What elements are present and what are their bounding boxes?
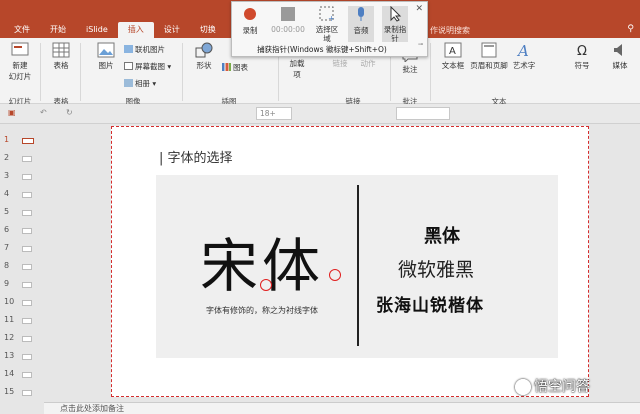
serif-caption: 字体有修饰的，称之为衬线字体: [206, 306, 318, 315]
notes-pane[interactable]: 点击此处添加备注: [44, 402, 640, 414]
svg-text:Ω: Ω: [577, 44, 587, 58]
stop-icon: [281, 7, 295, 21]
media-button[interactable]: 媒体: [608, 42, 632, 71]
stop-button[interactable]: 00:00:00: [270, 6, 306, 34]
font-comparison-panel: 宋体 字体有修饰的，称之为衬线字体 黑体 微软雅黑 张海山锐楷体: [156, 175, 558, 358]
format-toolbar: ▣ ↶ ↻: [0, 104, 640, 124]
select-area-icon: +: [319, 6, 335, 22]
slide-thumbnail[interactable]: 3: [0, 168, 44, 186]
slide-thumbnail[interactable]: 8: [0, 258, 44, 276]
tab-islide[interactable]: iSlide: [76, 22, 118, 38]
songti-sample: 宋体: [200, 232, 325, 300]
tab-insert[interactable]: 插入: [117, 22, 154, 38]
redo-icon[interactable]: ↻: [66, 108, 73, 117]
action-button[interactable]: 动作: [356, 58, 380, 69]
new-slide-button[interactable]: 新建 幻灯片: [4, 42, 36, 82]
svg-text:A: A: [516, 42, 529, 58]
slide-thumbnail[interactable]: 2: [0, 150, 44, 168]
screen-recording-toolbar: 录制 00:00:00 + 选择区 域 音频 录制指 针 ✕ ⊸ 捕获指针(Wi…: [231, 1, 428, 57]
picture-icon: [97, 42, 115, 58]
record-button[interactable]: 录制: [236, 6, 264, 36]
slide-thumbnail[interactable]: 4: [0, 186, 44, 204]
table-icon: [52, 42, 70, 58]
album-icon: [124, 79, 133, 87]
new-slide-icon: [11, 42, 29, 56]
addins-button[interactable]: 加载 项: [283, 58, 311, 80]
speaker-icon: [614, 44, 622, 56]
pointer-icon: [390, 6, 402, 22]
record-icon: [244, 8, 256, 20]
link-button[interactable]: 链接: [328, 58, 352, 69]
font-size-field[interactable]: 18+: [256, 107, 292, 120]
screenshot-icon: [124, 62, 133, 70]
svg-text:A: A: [449, 46, 456, 57]
slide-thumbnail[interactable]: 9: [0, 276, 44, 294]
pointer-tooltip: 捕获指针(Windows 徽标键+Shift+O): [257, 45, 387, 54]
slide-thumbnail[interactable]: 13: [0, 348, 44, 366]
tab-transitions[interactable]: 切换: [190, 22, 226, 38]
header-footer-button[interactable]: 页眉和页脚: [470, 42, 508, 71]
select-area-button[interactable]: + 选择区 域: [314, 6, 340, 43]
pin-icon[interactable]: ⊸: [418, 41, 423, 48]
table-button[interactable]: 表格: [46, 42, 76, 71]
vertical-divider: [357, 185, 359, 346]
slide-title[interactable]: | 字体的选择: [159, 147, 233, 166]
heiti-sample: 黑体: [424, 226, 460, 247]
ribbon-tabs: 文件 开始 iSlide 插入 设计 切换 动: [4, 22, 254, 38]
slide-canvas[interactable]: | 字体的选择 宋体 字体有修饰的，称之为衬线字体 黑体 微软雅黑 张海山锐楷体: [111, 126, 589, 397]
slide-thumbnail[interactable]: 7: [0, 240, 44, 258]
online-picture-icon: [124, 45, 133, 53]
group-separator: [430, 43, 431, 101]
share-user-icon[interactable]: ⚲: [627, 24, 634, 34]
tell-me-search[interactable]: 作说明搜索: [430, 25, 470, 36]
slide-thumbnail[interactable]: 1: [0, 132, 44, 150]
microphone-icon: [358, 7, 364, 21]
album-button[interactable]: 相册 ▾: [124, 78, 156, 89]
notes-placeholder: 点击此处添加备注: [60, 404, 124, 413]
shapes-icon: [195, 42, 213, 58]
undo-icon[interactable]: ↶: [40, 108, 47, 117]
zhanghai-sample: 张海山锐楷体: [376, 296, 484, 316]
tab-file[interactable]: 文件: [4, 22, 40, 38]
textbox-icon: A: [444, 42, 462, 58]
slide-thumbnail[interactable]: 15: [0, 384, 44, 402]
picture-button[interactable]: 图片: [92, 42, 120, 71]
svg-text:+: +: [328, 14, 335, 22]
serif-marker-circle: [260, 279, 272, 291]
font-name-field[interactable]: [396, 107, 450, 120]
close-icon[interactable]: ✕: [415, 4, 423, 14]
chart-button[interactable]: 图表: [222, 62, 248, 73]
slide-thumbnail[interactable]: 14: [0, 366, 44, 384]
chart-icon: [222, 63, 231, 71]
header-footer-icon: [481, 42, 497, 58]
wordart-icon: A: [516, 42, 529, 58]
record-pointer-toggle[interactable]: 录制指 针: [382, 6, 408, 43]
save-icon[interactable]: ▣: [8, 108, 16, 117]
screenshot-button[interactable]: 屏幕截图 ▾: [124, 61, 171, 72]
symbol-button[interactable]: Ω 符号: [570, 42, 594, 71]
shapes-button[interactable]: 形状: [190, 42, 218, 71]
tab-design[interactable]: 设计: [154, 22, 190, 38]
slide-thumbnail-pane: 1 2 3 4 5 6 7 8 9 10 11 12 13 14 15: [0, 124, 44, 402]
online-picture-button[interactable]: 联机图片: [124, 44, 165, 55]
watermark: 悟空问答: [534, 379, 590, 395]
omega-icon: Ω: [577, 44, 587, 58]
group-separator: [80, 43, 81, 101]
audio-toggle[interactable]: 音频: [348, 6, 374, 42]
textbox-button[interactable]: A 文本框: [438, 42, 468, 71]
group-separator: [40, 43, 41, 101]
slide-thumbnail[interactable]: 5: [0, 204, 44, 222]
wordart-button[interactable]: A 艺术字: [510, 42, 538, 71]
slide-thumbnail[interactable]: 10: [0, 294, 44, 312]
slide-thumbnail[interactable]: 6: [0, 222, 44, 240]
tab-home[interactable]: 开始: [40, 22, 76, 38]
slide-thumbnail[interactable]: 11: [0, 312, 44, 330]
group-separator: [182, 43, 183, 101]
yahei-sample: 微软雅黑: [398, 259, 475, 281]
slide-thumbnail[interactable]: 12: [0, 330, 44, 348]
serif-marker-circle: [329, 269, 341, 281]
